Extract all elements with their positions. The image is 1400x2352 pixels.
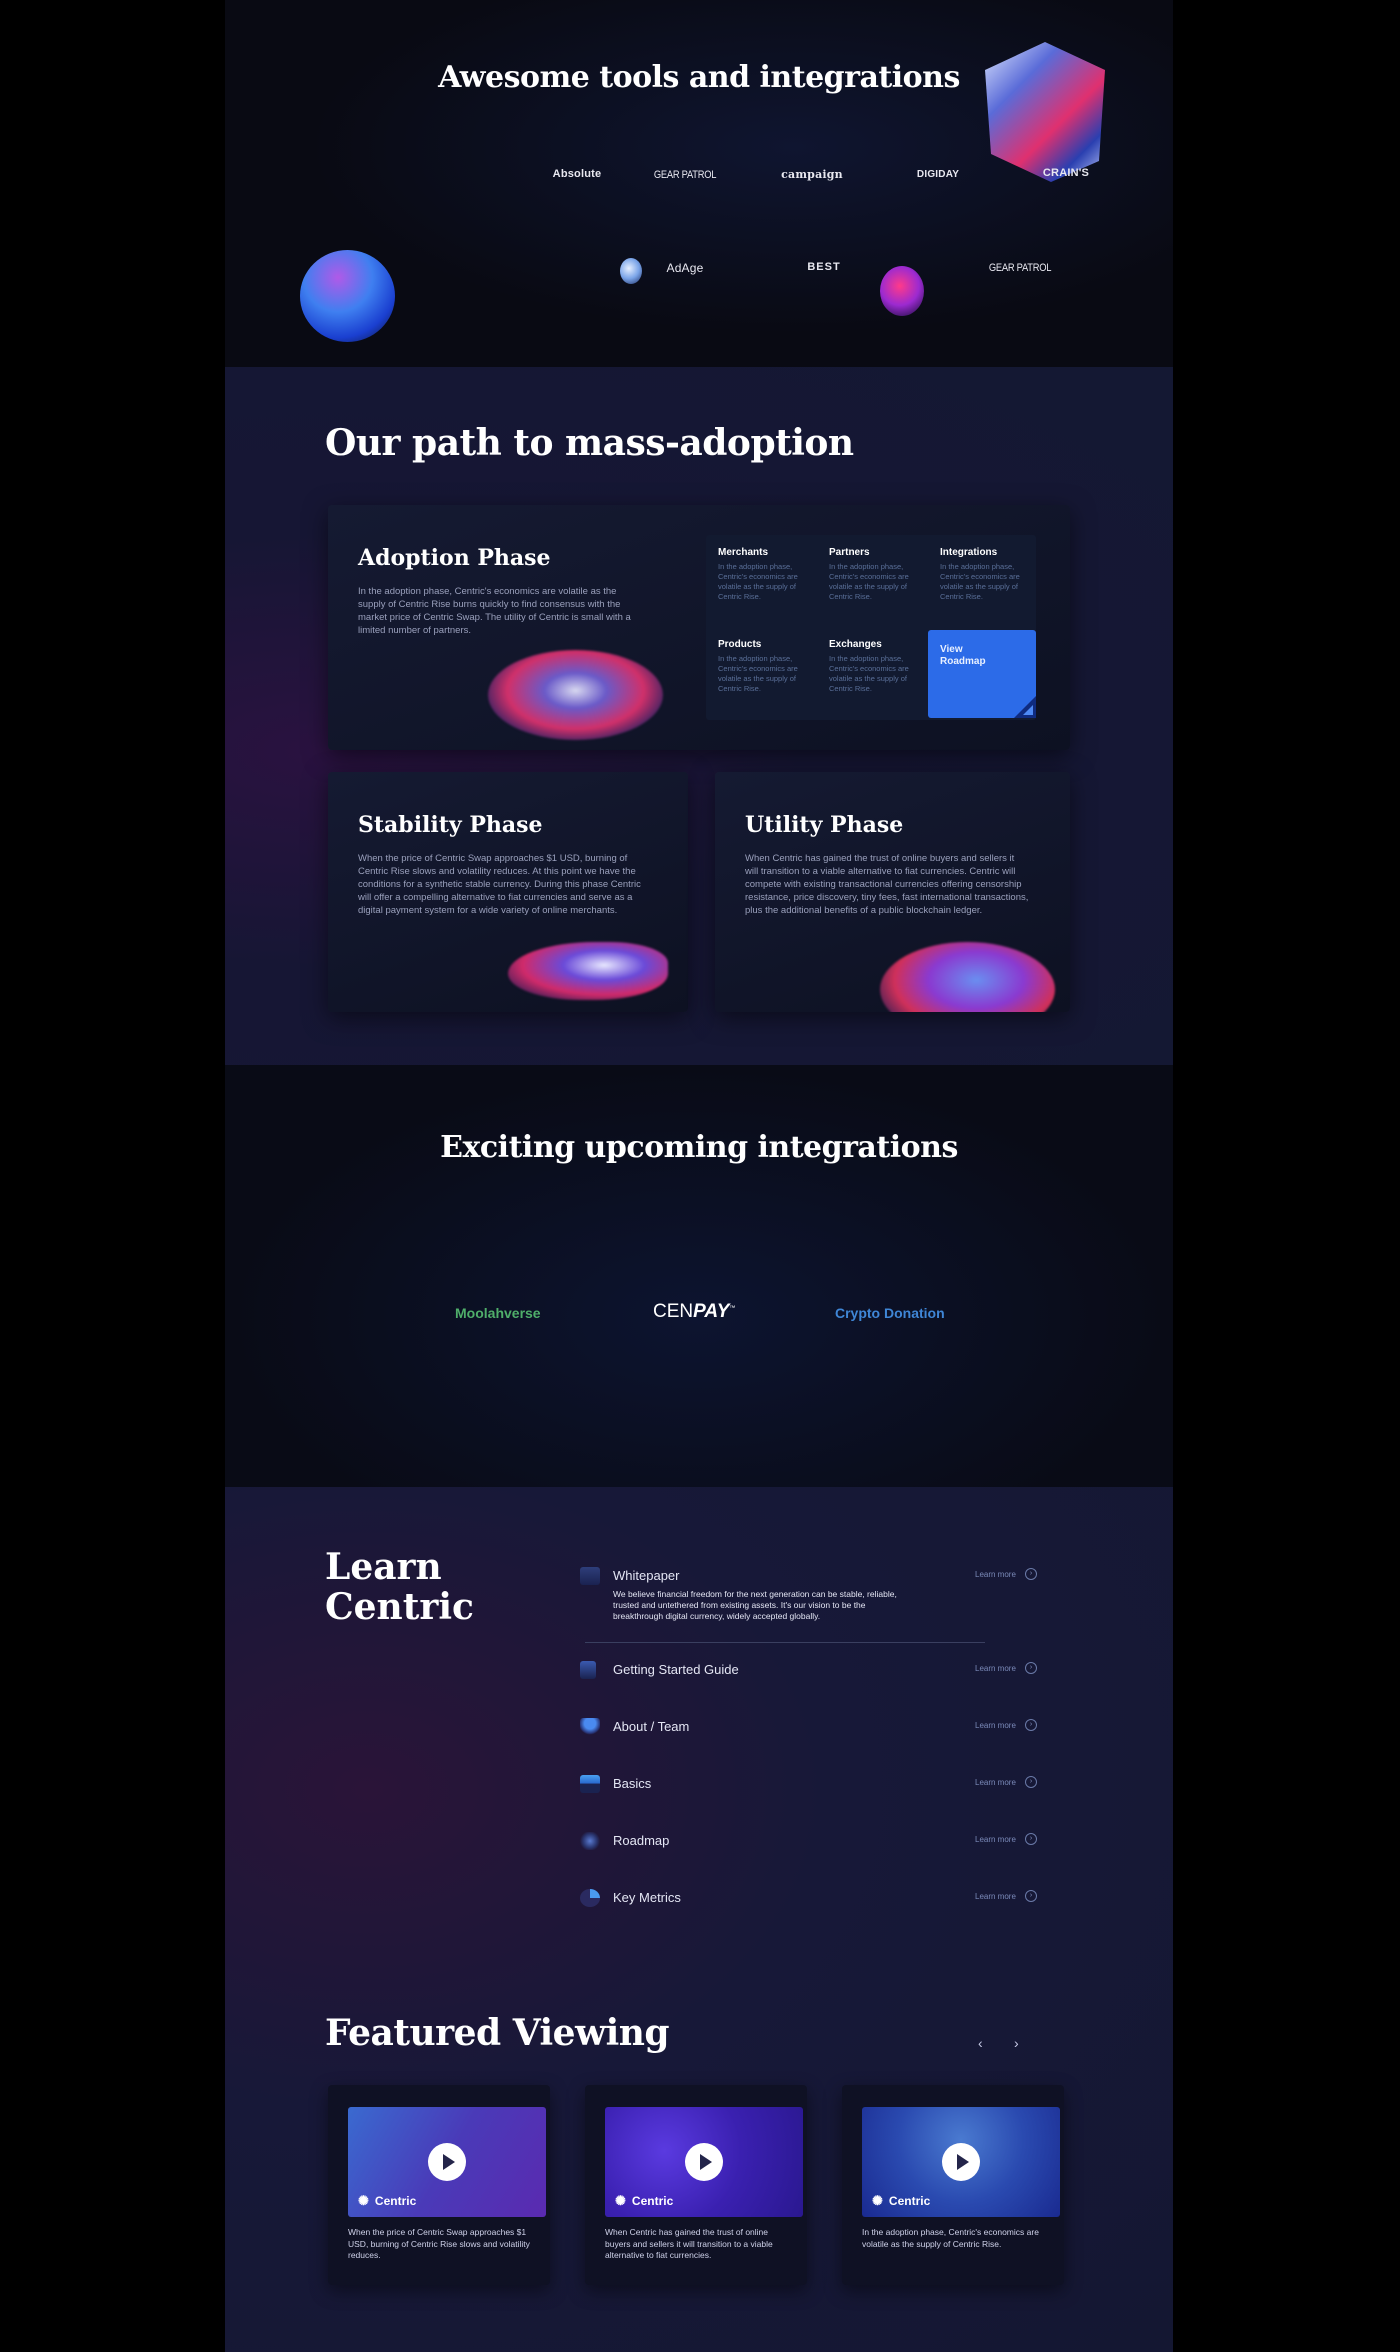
video-card[interactable]: ✺ Centric In the adoption phase, Centric'… bbox=[842, 2085, 1064, 2285]
guide-icon bbox=[580, 1661, 596, 1679]
utility-phase-card: Utility Phase When Centric has gained th… bbox=[715, 772, 1070, 1012]
centric-brand: ✺ Centric bbox=[358, 2193, 417, 2208]
grid-item-partners: Partners In the adoption phase, Centric's… bbox=[829, 547, 909, 601]
learn-more-link[interactable]: Learn more bbox=[975, 1778, 1016, 1787]
video-card[interactable]: ✺ Centric When the price of Centric Swap … bbox=[328, 2085, 550, 2285]
path-title: Our path to mass-adoption bbox=[325, 422, 854, 464]
arrow-circle-icon[interactable]: › bbox=[1025, 1662, 1037, 1674]
grid-item-exchanges: Exchanges In the adoption phase, Centric'… bbox=[829, 639, 909, 693]
learn-more-link[interactable]: Learn more bbox=[975, 1835, 1016, 1844]
video-description: In the adoption phase, Centric's economi… bbox=[862, 2227, 1039, 2249]
tools-section: Awesome tools and integrations Absolute … bbox=[225, 0, 1173, 367]
logo-best[interactable]: BEST bbox=[769, 261, 879, 273]
team-icon bbox=[580, 1718, 600, 1736]
sphere-art bbox=[880, 266, 924, 316]
learn-title: Learn Centric bbox=[325, 1546, 474, 1628]
logo-adage[interactable]: AdAge bbox=[630, 261, 740, 275]
learn-more-link[interactable]: Learn more bbox=[975, 1892, 1016, 1901]
adoption-phase-title: Adoption Phase bbox=[358, 545, 551, 571]
map-icon bbox=[580, 1832, 600, 1850]
stability-phase-title: Stability Phase bbox=[358, 812, 543, 838]
grid-item-integrations: Integrations In the adoption phase, Centr… bbox=[940, 547, 1020, 601]
video-card[interactable]: ✺ Centric When Centric has gained the tru… bbox=[585, 2085, 807, 2285]
utility-phase-text: When Centric has gained the trust of onl… bbox=[745, 853, 1029, 916]
play-button[interactable] bbox=[685, 2143, 723, 2181]
page: Awesome tools and integrations Absolute … bbox=[225, 0, 1173, 2352]
play-button[interactable] bbox=[942, 2143, 980, 2181]
grid-item-merchants: Merchants In the adoption phase, Centric'… bbox=[718, 547, 798, 601]
learn-more-link[interactable]: Learn more bbox=[975, 1570, 1016, 1579]
crystal-cube-art bbox=[985, 42, 1105, 182]
video-thumbnail[interactable]: ✺ Centric bbox=[348, 2107, 546, 2217]
learn-more-link[interactable]: Learn more bbox=[975, 1721, 1016, 1730]
video-description: When Centric has gained the trust of onl… bbox=[605, 2227, 773, 2260]
carousel-next-button[interactable]: › bbox=[1014, 2035, 1019, 2051]
logo-cenpay[interactable]: CENPAY™ bbox=[653, 1301, 735, 1323]
arrow-circle-icon[interactable]: › bbox=[1025, 1776, 1037, 1788]
logo-crypto-donation[interactable]: Crypto Donation bbox=[835, 1305, 945, 1321]
video-thumbnail[interactable]: ✺ Centric bbox=[862, 2107, 1060, 2217]
adoption-phase-card: Adoption Phase In the adoption phase, Ce… bbox=[328, 505, 1070, 750]
document-icon bbox=[580, 1567, 600, 1585]
adoption-phase-text: In the adoption phase, Centric's economi… bbox=[358, 586, 631, 636]
logo-gear-patrol-2[interactable]: GEAR PATROL bbox=[973, 262, 1067, 274]
arrow-circle-icon[interactable]: › bbox=[1025, 1833, 1037, 1845]
whitepaper-description: We believe financial freedom for the nex… bbox=[613, 1589, 897, 1621]
learn-more-link[interactable]: Learn more bbox=[975, 1664, 1016, 1673]
briefcase-icon bbox=[580, 1775, 600, 1793]
arrow-circle-icon[interactable]: › bbox=[1025, 1890, 1037, 1902]
view-roadmap-button[interactable]: View Roadmap bbox=[928, 630, 1036, 718]
stability-phase-card: Stability Phase When the price of Centri… bbox=[328, 772, 688, 1012]
centric-brand: ✺ Centric bbox=[872, 2193, 931, 2208]
logo-gear-patrol[interactable]: GEAR PATROL bbox=[638, 169, 732, 181]
adoption-shape-art bbox=[488, 650, 663, 740]
video-description: When the price of Centric Swap approache… bbox=[348, 2227, 530, 2260]
centric-logo-icon: ✺ bbox=[615, 2193, 626, 2208]
featured-title: Featured Viewing bbox=[325, 2012, 670, 2054]
carousel-prev-button[interactable]: ‹ bbox=[978, 2035, 983, 2051]
grid-item-products: Products In the adoption phase, Centric's… bbox=[718, 639, 798, 693]
adoption-grid: Merchants In the adoption phase, Centric'… bbox=[706, 535, 1036, 720]
adoption-path-section: Our path to mass-adoption Adoption Phase… bbox=[225, 367, 1173, 1065]
arrow-circle-icon[interactable]: › bbox=[1025, 1719, 1037, 1731]
play-button[interactable] bbox=[428, 2143, 466, 2181]
logo-moolahverse[interactable]: Moolahverse bbox=[455, 1305, 541, 1321]
logo-crains[interactable]: CRAIN'S bbox=[1011, 167, 1121, 179]
logo-absolute[interactable]: Absolute bbox=[547, 168, 607, 180]
utility-shape-art bbox=[880, 942, 1055, 1012]
view-roadmap-label: View Roadmap bbox=[940, 644, 986, 667]
upcoming-title: Exciting upcoming integrations bbox=[440, 1130, 958, 1165]
arrow-circle-icon[interactable]: › bbox=[1025, 1568, 1037, 1580]
video-thumbnail[interactable]: ✺ Centric bbox=[605, 2107, 803, 2217]
pie-chart-icon bbox=[580, 1889, 600, 1907]
logo-campaign[interactable]: campaign bbox=[757, 168, 867, 181]
logo-digiday[interactable]: DIGIDAY bbox=[883, 169, 993, 180]
shell-logo-icon[interactable] bbox=[620, 258, 642, 284]
centric-brand: ✺ Centric bbox=[615, 2193, 674, 2208]
stability-shape-art bbox=[508, 942, 668, 1000]
abstract-blob-art bbox=[300, 250, 395, 342]
upcoming-integrations-section: Exciting upcoming integrations Moolahver… bbox=[225, 1065, 1173, 1487]
stability-phase-text: When the price of Centric Swap approache… bbox=[358, 853, 641, 916]
centric-logo-icon: ✺ bbox=[358, 2193, 369, 2208]
learn-section: Learn Centric Whitepaper We believe fina… bbox=[225, 1487, 1173, 2352]
divider bbox=[585, 1642, 985, 1643]
centric-logo-icon: ✺ bbox=[872, 2193, 883, 2208]
utility-phase-title: Utility Phase bbox=[745, 812, 904, 838]
